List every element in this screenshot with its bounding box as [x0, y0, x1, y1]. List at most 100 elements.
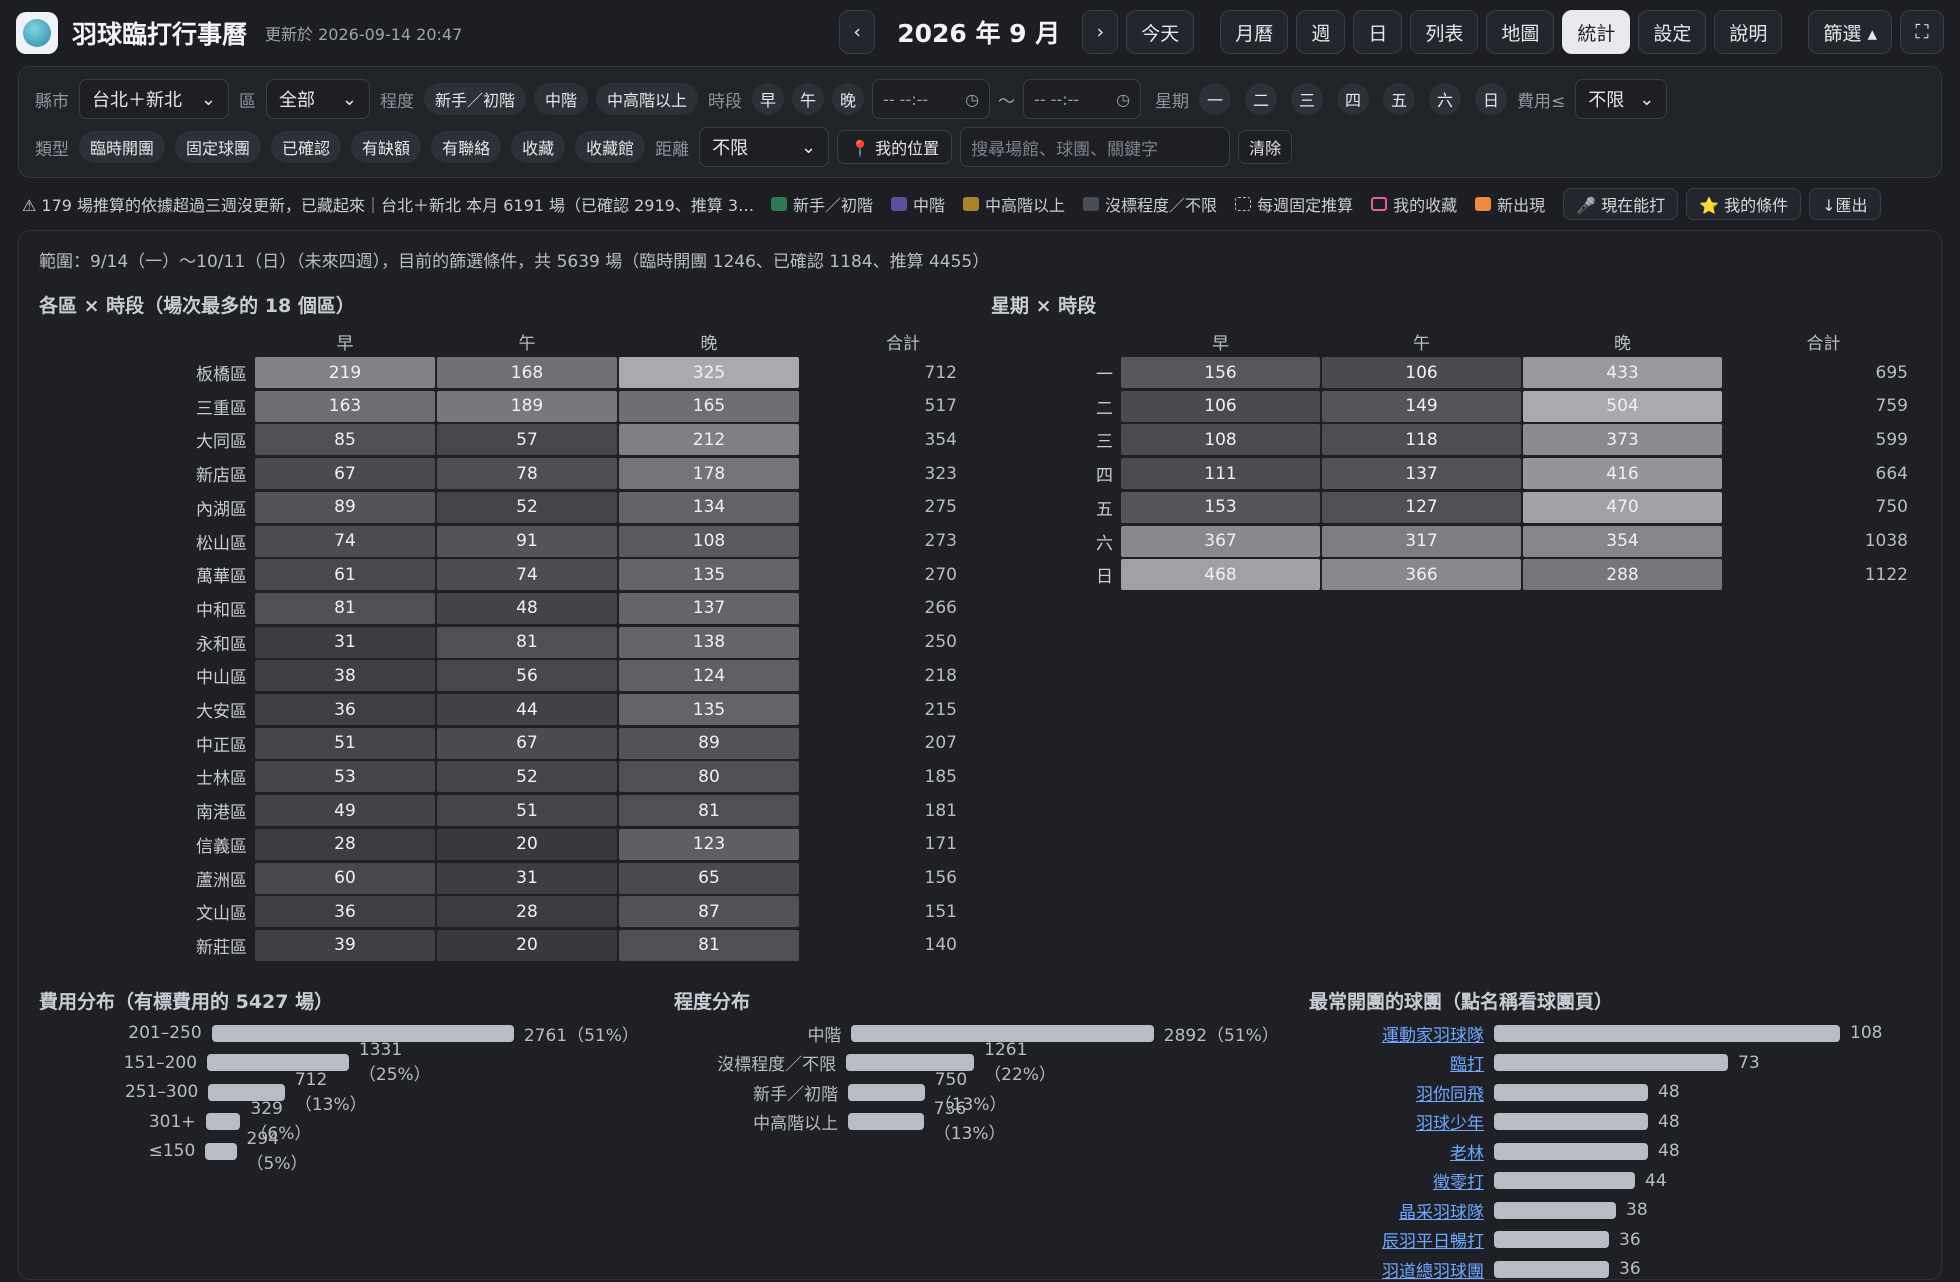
- heatmap-cell: 219: [255, 357, 435, 388]
- heatmap-cell: 504: [1523, 390, 1722, 422]
- view-tab[interactable]: 月曆: [1220, 10, 1289, 54]
- weekday-chip[interactable]: 二: [1245, 83, 1278, 115]
- time-separator: ～: [998, 91, 1016, 112]
- app-logo[interactable]: [16, 12, 58, 54]
- heatmap-cell: 67: [437, 727, 617, 759]
- view-tab[interactable]: 統計: [1562, 10, 1631, 54]
- filter-toggle-button[interactable]: 篩選 ▴: [1808, 10, 1892, 54]
- heatmap-row-total: 266: [924, 598, 957, 619]
- legend-action-button[interactable]: 🎤 現在能打: [1563, 188, 1679, 220]
- heatmap-cell: 416: [1523, 458, 1722, 490]
- heatmap-cell: 317: [1322, 525, 1521, 557]
- weekday-chip[interactable]: 五: [1383, 83, 1416, 115]
- type-chip[interactable]: 有缺額: [351, 131, 422, 163]
- period-chip[interactable]: 午: [792, 83, 825, 115]
- clear-button[interactable]: 清除: [1238, 130, 1293, 164]
- legend-action-button[interactable]: ⭐ 我的條件: [1686, 188, 1802, 220]
- level-chip[interactable]: 中高階以上: [596, 83, 699, 115]
- club-link[interactable]: 羽你同飛: [1309, 1080, 1484, 1105]
- time-from-input[interactable]: -- --:-- ◷: [872, 79, 991, 119]
- view-tab[interactable]: 列表: [1410, 10, 1479, 54]
- search-input[interactable]: 搜尋場館、球團、關鍵字: [960, 127, 1231, 167]
- type-label: 類型: [35, 139, 69, 160]
- weekday-chip[interactable]: 六: [1429, 83, 1462, 115]
- view-tab[interactable]: 地圖: [1486, 10, 1555, 54]
- period-chip[interactable]: 晚: [832, 83, 865, 115]
- club-link[interactable]: 老林: [1309, 1139, 1484, 1164]
- heatmap-cell: 106: [1322, 357, 1521, 388]
- bar-row: 徵零打 44: [1309, 1168, 1667, 1194]
- heatmap-row: 三重區 163 189 165 517: [39, 390, 957, 422]
- type-chip[interactable]: 收藏館: [575, 131, 646, 163]
- club-link[interactable]: 臨打: [1309, 1050, 1484, 1075]
- club-link[interactable]: 晶采羽球隊: [1309, 1198, 1484, 1223]
- bar-row: 羽你同飛 48: [1309, 1080, 1680, 1105]
- fullscreen-icon[interactable]: ⛶: [1900, 10, 1944, 54]
- district-select[interactable]: 全部 ⌄: [266, 79, 370, 119]
- today-button[interactable]: 今天: [1126, 10, 1195, 54]
- heatmap-cell: 127: [1322, 491, 1521, 523]
- next-month-button[interactable]: ›: [1082, 10, 1119, 54]
- bar-value: 2892（51%）: [1163, 1025, 1279, 1046]
- type-chip[interactable]: 固定球團: [175, 131, 262, 163]
- heatmap-cell: 106: [1121, 390, 1320, 422]
- time-to-input[interactable]: -- --:-- ◷: [1023, 79, 1142, 119]
- heatmap-row: 新店區 67 78 178 323: [39, 458, 957, 490]
- heatmap-cell: 60: [255, 862, 435, 894]
- heatmap-cell: 108: [619, 525, 799, 557]
- bar: [1494, 1024, 1840, 1042]
- type-chip[interactable]: 已確認: [271, 131, 342, 163]
- weekday-chip[interactable]: 一: [1199, 83, 1232, 115]
- type-chip[interactable]: 臨時開團: [79, 131, 166, 163]
- legend-action-button[interactable]: ↓匯出: [1809, 188, 1881, 220]
- heatmap-cell: 57: [437, 424, 617, 456]
- heatmap-row-label: 六: [1096, 533, 1113, 554]
- club-link[interactable]: 羽道總羽球團: [1309, 1257, 1484, 1282]
- club-link[interactable]: 徵零打: [1309, 1168, 1484, 1193]
- bar: [1494, 1054, 1728, 1071]
- view-tab[interactable]: 週: [1296, 10, 1346, 54]
- heatmap-row-label: 大同區: [196, 432, 247, 453]
- time-from-value: -- --:--: [883, 89, 929, 109]
- prev-month-button[interactable]: ‹: [839, 10, 876, 54]
- bar-row: 中高階以上 736（13%）: [674, 1099, 1029, 1144]
- level-chip[interactable]: 中階: [534, 83, 589, 115]
- bar-label: 中階: [807, 1025, 842, 1046]
- view-tab[interactable]: 說明: [1714, 10, 1783, 54]
- my-location-button[interactable]: 📍 我的位置: [837, 130, 953, 164]
- heatmap-cell: 28: [255, 828, 435, 860]
- heatmap-row: 新莊區 39 20 81 140: [39, 929, 957, 961]
- weekday-chip[interactable]: 三: [1291, 83, 1324, 115]
- type-chip[interactable]: 有聯絡: [431, 131, 502, 163]
- club-link[interactable]: 羽球少年: [1309, 1109, 1484, 1134]
- heatmap-row: 日 468 366 288 1122: [991, 559, 1908, 591]
- bar-label: 中高階以上: [753, 1114, 839, 1134]
- city-select[interactable]: 台北＋新北 ⌄: [79, 79, 229, 119]
- fee-select[interactable]: 不限 ⌄: [1575, 79, 1668, 119]
- bar: [1494, 1231, 1609, 1248]
- level-chart-title: 程度分布: [674, 991, 751, 1013]
- heatmap-cell: 433: [1523, 357, 1722, 388]
- club-link[interactable]: 運動家羽球隊: [1309, 1021, 1484, 1046]
- top-nav: ‹ 2026 年 9 月 › 今天 月曆週日列表 地圖 統計 設定 說明 篩選 ▴ ⛶: [839, 10, 1944, 54]
- view-tab[interactable]: 設定: [1638, 10, 1707, 54]
- club-link[interactable]: 辰羽平日暢打: [1309, 1227, 1484, 1252]
- legend-label: 新手／初階: [793, 196, 874, 215]
- heatmap-cell: 28: [437, 896, 617, 928]
- weekday-chip[interactable]: 四: [1337, 83, 1370, 115]
- heatmap-row-total: 759: [1875, 396, 1908, 417]
- heatmap-cell: 38: [255, 660, 435, 692]
- view-tab[interactable]: 日: [1353, 10, 1403, 54]
- heatmap-cell: 67: [255, 458, 435, 490]
- legend-item: 我的收藏: [1371, 192, 1457, 216]
- bar: [207, 1054, 349, 1071]
- distance-select[interactable]: 不限 ⌄: [699, 127, 830, 167]
- heatmap-cell: 468: [1121, 559, 1320, 591]
- period-chip[interactable]: 早: [752, 83, 785, 115]
- heatmap-row-label: 萬華區: [196, 567, 247, 588]
- weekday-chip[interactable]: 日: [1475, 83, 1508, 115]
- level-chip[interactable]: 新手／初階: [424, 83, 527, 115]
- heatmap-cell: 135: [619, 694, 799, 725]
- heatmap-row-total: 750: [1875, 497, 1908, 518]
- type-chip[interactable]: 收藏: [511, 131, 566, 163]
